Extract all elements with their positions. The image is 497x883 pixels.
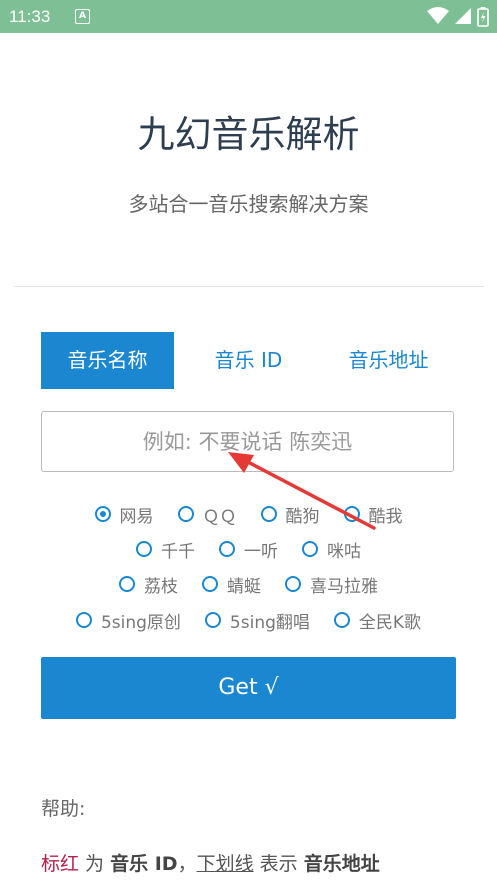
help-underline-text: 下划线 (196, 853, 254, 875)
battery-icon (477, 7, 489, 27)
source-radio-qq[interactable]: ＱＱ (177, 502, 237, 527)
source-radio-migu[interactable]: 咪咕 (302, 537, 361, 562)
source-row: 荔枝 蜻蜓 喜马拉雅 (0, 569, 497, 599)
help-text-3: 表示 (253, 853, 304, 875)
header-divider (14, 286, 484, 287)
help-text-1: 为 (79, 853, 111, 875)
radio-circle[interactable] (285, 576, 301, 592)
search-input[interactable] (41, 411, 454, 472)
source-radio-lizhi[interactable]: 荔枝 (119, 572, 178, 597)
tab-music-url[interactable]: 音乐地址 (321, 332, 456, 389)
source-label: 荔枝 (144, 576, 178, 597)
source-row: 5sing原创 5sing翻唱 全民K歌 (0, 605, 497, 635)
source-label: 千千 (161, 541, 195, 562)
radio-circle[interactable] (75, 612, 92, 628)
source-radio-netease[interactable]: 网易 (94, 502, 154, 527)
search-mode-tabs: 音乐名称 音乐 ID 音乐地址 (41, 332, 456, 389)
source-radio-quanmin-kge[interactable]: 全民K歌 (333, 608, 422, 633)
radio-circle[interactable] (204, 612, 221, 628)
source-label: 酷狗 (285, 506, 320, 527)
status-icons (426, 7, 489, 27)
radio-circle[interactable] (136, 541, 152, 557)
notification-icon: A (75, 9, 90, 24)
radio-circle[interactable] (260, 506, 277, 522)
radio-circle[interactable] (343, 506, 360, 522)
wifi-icon (426, 7, 449, 24)
source-label: ＱＱ (202, 506, 237, 527)
tab-music-name[interactable]: 音乐名称 (41, 332, 174, 389)
source-label: 咪咕 (327, 541, 361, 562)
source-radio-qianqian[interactable]: 千千 (136, 537, 195, 562)
source-radio-qingting[interactable]: 蜻蜓 (202, 572, 261, 597)
source-radio-kuwo[interactable]: 酷我 (343, 502, 403, 527)
page-subtitle: 多站合一音乐搜索解决方案 (128, 192, 369, 216)
source-row: 千千 一听 咪咕 (0, 534, 497, 564)
source-radio-ximalaya[interactable]: 喜马拉雅 (285, 572, 378, 597)
source-label: 酷我 (368, 506, 403, 527)
source-radio-5sing-original[interactable]: 5sing原创 (75, 608, 181, 633)
help-text-2: ， (177, 853, 197, 875)
radio-circle[interactable] (177, 506, 194, 522)
source-radio-yiting[interactable]: 一听 (219, 537, 278, 562)
page-title: 九幻音乐解析 (137, 113, 360, 156)
source-label: 蜻蜓 (227, 576, 261, 597)
source-label: 一听 (244, 541, 278, 562)
signal-icon (454, 8, 471, 24)
source-label: 5sing翻唱 (229, 612, 310, 633)
get-button[interactable]: Get √ (41, 657, 456, 719)
help-label: 帮助: (41, 798, 86, 820)
status-bar: 11:33 A (0, 0, 497, 33)
source-label: 全民K歌 (358, 612, 422, 633)
help-red-text: 标红 (41, 853, 80, 875)
tab-music-id[interactable]: 音乐 ID (181, 332, 316, 389)
help-bold-url: 音乐地址 (303, 853, 380, 875)
source-row: 网易 ＱＱ 酷狗 酷我 (0, 499, 497, 529)
source-radio-5sing-cover[interactable]: 5sing翻唱 (204, 608, 310, 633)
source-label: 5sing原创 (100, 612, 181, 633)
source-label: 喜马拉雅 (310, 576, 378, 597)
help-text: 标红 为 音乐 ID，下划线 表示 音乐地址 (41, 849, 380, 876)
source-label: 网易 (119, 506, 154, 527)
radio-circle[interactable] (219, 541, 235, 557)
status-time: 11:33 (9, 7, 51, 26)
radio-circle[interactable] (302, 541, 318, 557)
radio-circle[interactable] (202, 576, 218, 592)
source-radio-kugou[interactable]: 酷狗 (260, 502, 320, 527)
radio-circle[interactable] (333, 612, 350, 628)
radio-circle[interactable] (119, 576, 135, 592)
radio-circle[interactable] (94, 506, 111, 522)
help-bold-id: 音乐 ID (110, 853, 178, 875)
